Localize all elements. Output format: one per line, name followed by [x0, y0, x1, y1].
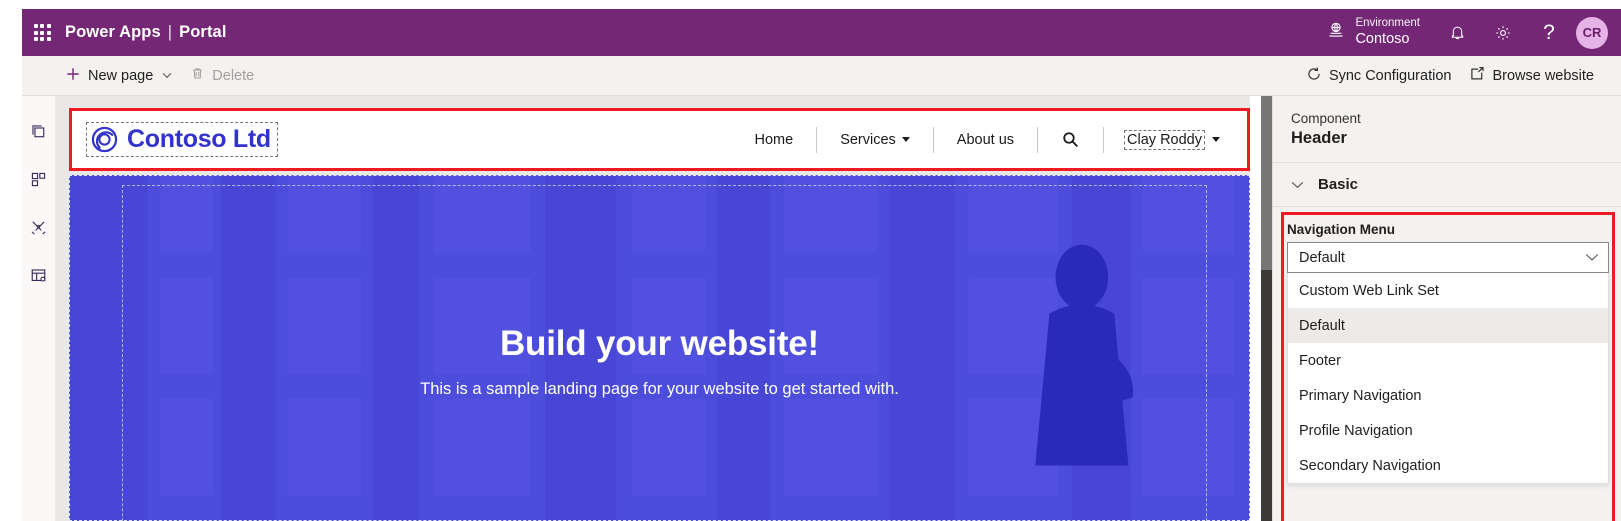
- nav-link-about-us[interactable]: About us: [934, 132, 1037, 148]
- delete-button[interactable]: Delete: [181, 56, 263, 96]
- nav-link-home-label: Home: [754, 131, 794, 148]
- panel-title: Header: [1291, 129, 1347, 147]
- site-logo[interactable]: Contoso Ltd: [86, 122, 278, 157]
- data-icon: [29, 266, 48, 290]
- environment-label: Environment: [1355, 17, 1420, 30]
- sidebar-item-components[interactable]: [22, 158, 56, 206]
- question-mark-icon[interactable]: ?: [1526, 9, 1572, 56]
- sidebar-item-pages[interactable]: [22, 110, 56, 158]
- external-link-icon: [1469, 66, 1485, 86]
- product-name: Portal: [179, 23, 227, 41]
- chevron-down-icon: [1291, 178, 1304, 192]
- contoso-circle-logo: [91, 126, 118, 153]
- hero-subtitle: This is a sample landing page for your w…: [420, 380, 899, 398]
- sync-configuration-label: Sync Configuration: [1328, 67, 1452, 84]
- environment-picker[interactable]: Environment Contoso: [1320, 17, 1434, 48]
- section-basic-label: Basic: [1318, 176, 1359, 193]
- nav-link-home[interactable]: Home: [732, 132, 817, 148]
- app-name: Power Apps: [65, 23, 161, 41]
- sidebar-item-styling[interactable]: [22, 206, 56, 254]
- chevron-down-icon: [162, 71, 172, 81]
- hero-title: Build your website!: [499, 324, 819, 363]
- hero-section[interactable]: Build your website! This is a sample lan…: [69, 175, 1250, 521]
- plus-icon: [65, 66, 81, 86]
- navigation-menu-option[interactable]: Primary Navigation: [1288, 378, 1608, 413]
- page-toolbar: New page Delete Sync Configuration Brows…: [22, 56, 1621, 96]
- components-icon: [29, 170, 48, 194]
- caret-down-icon: [1212, 137, 1220, 142]
- nav-user-name: Clay Roddy: [1124, 129, 1205, 150]
- bell-icon[interactable]: [1434, 9, 1480, 56]
- pages-icon: [29, 122, 48, 146]
- page-canvas[interactable]: Contoso Ltd Home Services About us Clay …: [56, 96, 1250, 521]
- site-logo-text: Contoso Ltd: [127, 125, 271, 153]
- left-rail: [22, 96, 56, 521]
- navigation-menu-option[interactable]: Secondary Navigation: [1288, 448, 1608, 483]
- chevron-down-icon: [1585, 251, 1599, 265]
- brand-separator: |: [167, 23, 173, 41]
- nav-user-menu[interactable]: Clay Roddy: [1104, 129, 1240, 150]
- brand-title: Power Apps | Portal: [65, 23, 227, 42]
- nav-link-services-label: Services: [840, 131, 896, 148]
- website-header: Contoso Ltd Home Services About us Clay …: [72, 111, 1247, 168]
- top-command-bar: Power Apps | Portal Environment Contoso: [22, 9, 1621, 56]
- power-apps-portal-studio: Power Apps | Portal Environment Contoso: [0, 0, 1621, 521]
- canvas-scrollbar[interactable]: [1261, 96, 1272, 521]
- browse-website-button[interactable]: Browse website: [1460, 56, 1603, 96]
- waffle-grid-icon[interactable]: [22, 9, 62, 56]
- caret-down-icon: [901, 137, 910, 142]
- navigation-menu-option[interactable]: Profile Navigation: [1288, 413, 1608, 448]
- hero-content: Build your website! This is a sample lan…: [69, 324, 1250, 399]
- refresh-icon: [1306, 66, 1322, 86]
- navigation-menu-label: Navigation Menu: [1287, 222, 1396, 237]
- site-navigation: Home Services About us Clay Roddy: [732, 120, 1241, 160]
- navigation-menu-field: Navigation Menu Default Custom Web Link …: [1284, 215, 1612, 484]
- new-page-label: New page: [88, 67, 154, 84]
- search-icon[interactable]: [1038, 130, 1103, 149]
- top-bar-right-group: Environment Contoso ? CR: [1320, 9, 1621, 56]
- panel-kicker: Component: [1291, 111, 1361, 126]
- navigation-menu-value: Default: [1299, 249, 1345, 266]
- navigation-menu-option[interactable]: Footer: [1288, 343, 1608, 378]
- section-basic[interactable]: Basic: [1273, 163, 1621, 207]
- sync-configuration-button[interactable]: Sync Configuration: [1297, 56, 1461, 96]
- sidebar-item-data[interactable]: [22, 254, 56, 302]
- navigation-menu-listbox[interactable]: Custom Web Link Set Default Footer Primary …: [1287, 273, 1609, 484]
- browse-website-label: Browse website: [1492, 67, 1594, 84]
- environment-name: Contoso: [1355, 30, 1410, 47]
- navigation-menu-option[interactable]: Custom Web Link Set: [1288, 273, 1608, 308]
- panel-header: Component Header: [1273, 96, 1621, 163]
- navigation-menu-combobox[interactable]: Default: [1287, 242, 1609, 273]
- canvas-scrollbar-thumb[interactable]: [1261, 96, 1272, 270]
- environment-globe-icon: [1326, 20, 1346, 45]
- delete-label: Delete: [212, 67, 255, 84]
- avatar[interactable]: CR: [1576, 16, 1608, 49]
- navigation-menu-option[interactable]: Default: [1288, 308, 1608, 343]
- selected-header-component[interactable]: Contoso Ltd Home Services About us Clay …: [69, 108, 1250, 171]
- nav-link-services[interactable]: Services: [817, 132, 933, 148]
- nav-link-about-us-label: About us: [956, 131, 1015, 148]
- trash-icon: [190, 66, 205, 85]
- gear-icon[interactable]: [1480, 9, 1526, 56]
- toolbar-right-group: Sync Configuration Browse website: [1297, 56, 1603, 96]
- new-page-button[interactable]: New page: [56, 56, 181, 96]
- properties-panel: Component Header Basic Navigation Menu D…: [1272, 96, 1621, 521]
- styling-icon: [29, 218, 48, 242]
